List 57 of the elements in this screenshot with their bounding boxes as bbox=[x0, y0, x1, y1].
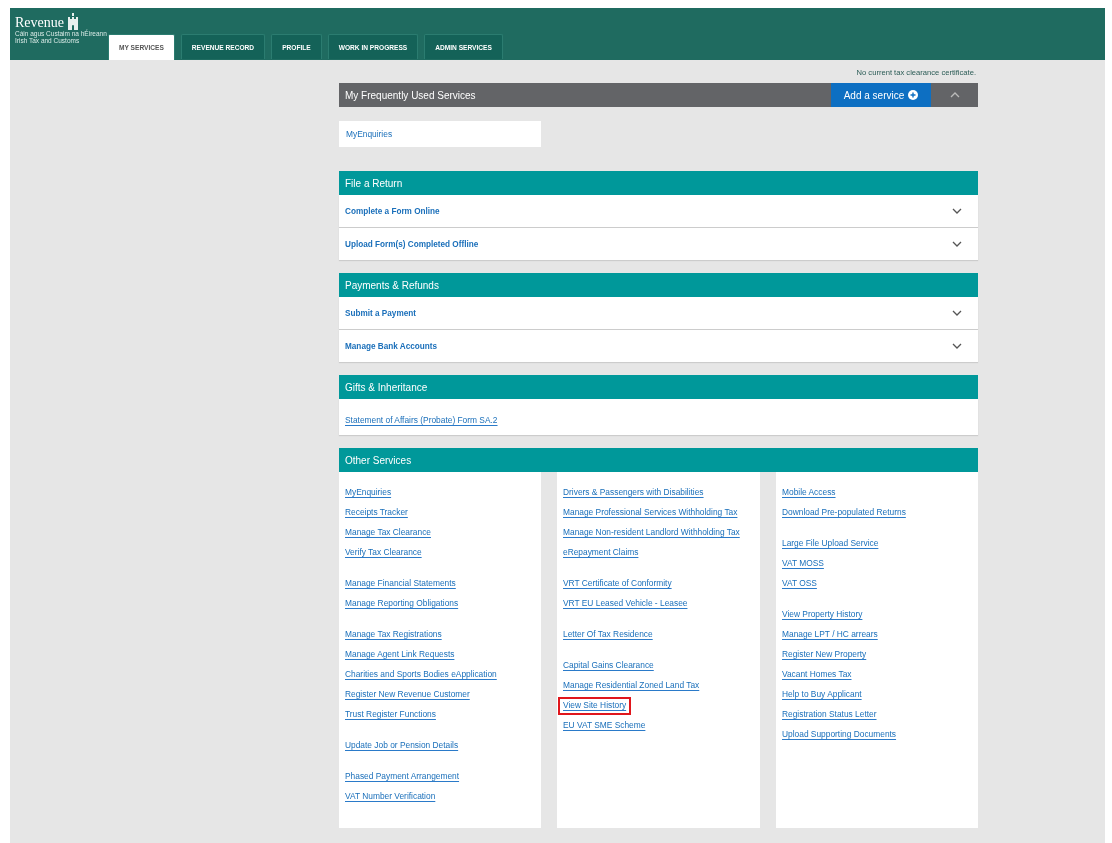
section-header: Payments & Refunds bbox=[339, 273, 978, 297]
chevron-icon bbox=[952, 208, 962, 214]
chevron-icon bbox=[949, 92, 960, 98]
service-link[interactable]: Verify Tax Clearance bbox=[340, 544, 427, 562]
service-link[interactable]: eRepayment Claims bbox=[558, 544, 644, 562]
logo-name: Revenue bbox=[15, 16, 64, 30]
accordion-row[interactable]: Upload Form(s) Completed Offline bbox=[339, 228, 978, 260]
service-link[interactable]: Receipts Tracker bbox=[340, 504, 413, 522]
service-link[interactable]: Manage Non-resident Landlord Withholding Tax bbox=[558, 524, 745, 542]
service-link[interactable]: VAT Number Verification bbox=[340, 788, 441, 806]
service-link[interactable]: Manage Reporting Obligations bbox=[340, 595, 464, 613]
chevron-icon bbox=[952, 241, 962, 247]
service-link[interactable]: View Property History bbox=[777, 606, 868, 624]
chevron-icon bbox=[952, 343, 962, 349]
service-link[interactable]: Letter Of Tax Residence bbox=[558, 626, 658, 644]
service-link[interactable]: VAT MOSS bbox=[777, 555, 829, 573]
service-link[interactable]: Manage Tax Clearance bbox=[340, 524, 436, 542]
service-link[interactable]: Registration Status Letter bbox=[777, 706, 882, 724]
service-link[interactable]: VRT Certificate of Conformity bbox=[558, 575, 677, 593]
service-link[interactable]: MyEnquiries bbox=[340, 484, 397, 502]
service-link[interactable]: Manage Financial Statements bbox=[340, 575, 461, 593]
service-link[interactable]: Trust Register Functions bbox=[340, 706, 441, 724]
service-link[interactable]: Upload Supporting Documents bbox=[777, 726, 902, 744]
service-link[interactable]: Vacant Homes Tax bbox=[777, 666, 857, 684]
service-link[interactable]: Mobile Access bbox=[777, 484, 841, 502]
add-service-button[interactable]: Add a service bbox=[831, 83, 931, 107]
castle-icon bbox=[67, 13, 79, 30]
service-link[interactable]: Update Job or Pension Details bbox=[340, 737, 464, 755]
service-link[interactable]: Register New Property bbox=[777, 646, 872, 664]
service-link[interactable]: Manage LPT / HC arrears bbox=[777, 626, 883, 644]
service-link[interactable]: Statement of Affairs (Probate) Form SA.2 bbox=[345, 415, 498, 427]
section-header: Other Services bbox=[339, 448, 978, 472]
service-link[interactable]: Help to Buy Applicant bbox=[777, 686, 867, 704]
service-link[interactable]: Manage Professional Services Withholding Tax bbox=[558, 504, 743, 522]
service-link[interactable]: Manage Residential Zoned Land Tax bbox=[558, 677, 705, 695]
service-link[interactable]: Large File Upload Service bbox=[777, 535, 884, 553]
service-link[interactable]: Charities and Sports Bodies eApplication bbox=[340, 666, 502, 684]
service-link[interactable]: View Site History bbox=[558, 697, 632, 715]
accordion-row[interactable]: Submit a Payment bbox=[339, 297, 978, 329]
section-title: My Frequently Used Services bbox=[344, 89, 477, 101]
service-link[interactable]: MyEnquiries bbox=[346, 129, 393, 139]
service-link[interactable]: Register New Revenue Customer bbox=[340, 686, 475, 704]
plus-circle-icon bbox=[908, 90, 919, 100]
service-link[interactable]: VAT OSS bbox=[777, 575, 822, 593]
service-link[interactable]: Manage Tax Registrations bbox=[340, 626, 447, 644]
service-link[interactable]: Drivers & Passengers with Disabilities bbox=[558, 484, 709, 502]
service-link[interactable]: Capital Gains Clearance bbox=[558, 657, 659, 675]
accordion-row[interactable]: Manage Bank Accounts bbox=[339, 330, 978, 362]
chevron-icon bbox=[952, 310, 962, 316]
service-link[interactable]: Manage Agent Link Requests bbox=[340, 646, 460, 664]
accordion-row[interactable]: Complete a Form Online bbox=[339, 195, 978, 227]
section-header: Gifts & Inheritance bbox=[339, 375, 978, 399]
service-link[interactable]: EU VAT SME Scheme bbox=[558, 717, 651, 735]
service-link[interactable]: VRT EU Leased Vehicle - Leasee bbox=[558, 595, 693, 613]
service-link[interactable]: Phased Payment Arrangement bbox=[340, 768, 465, 786]
section-header: File a Return bbox=[339, 171, 978, 195]
service-link[interactable]: Download Pre-populated Returns bbox=[777, 504, 911, 522]
